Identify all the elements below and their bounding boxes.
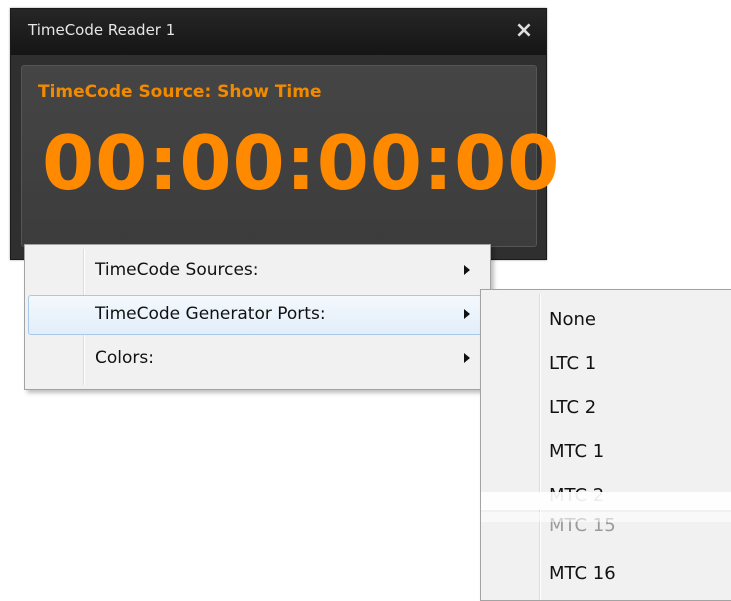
submenu-arrow-icon [464,353,470,363]
menu-item-label: TimeCode Generator Ports: [95,304,326,324]
submenu-item-label: MTC 16 [549,563,616,584]
submenu-item-label: MTC 1 [549,441,605,462]
menu-item-label: Colors: [95,348,154,368]
submenu-arrow-icon [464,309,470,319]
close-button[interactable]: × [512,18,536,44]
submenu-item-none[interactable]: None [481,298,731,338]
timecode-source-label: TimeCode Source: Show Time [38,82,322,102]
submenu-item-ltc-2[interactable]: LTC 2 [481,386,731,426]
close-icon: × [514,18,534,43]
submenu-item-label: None [549,309,596,330]
submenu-item-label: LTC 1 [549,353,597,374]
context-menu: TimeCode Sources: TimeCode Generator Por… [24,244,491,390]
submenu-item-mtc-1[interactable]: MTC 1 [481,430,731,470]
timecode-display-panel: TimeCode Source: Show Time 00:00:00:00 [21,65,559,247]
menu-item-timecode-sources[interactable]: TimeCode Sources: [28,251,486,291]
timecode-display: 00:00:00:00 [42,119,561,207]
submenu-item-ltc-1[interactable]: LTC 1 [481,342,731,382]
submenu-arrow-icon [464,265,470,275]
omission-fade-band [481,512,731,522]
menu-item-timecode-generator-ports[interactable]: TimeCode Generator Ports: [28,295,486,335]
submenu-item-mtc-15[interactable]: MTC 15 [481,504,731,544]
submenu-item-mtc-16[interactable]: MTC 16 [481,552,731,592]
title-bar[interactable]: TimeCode Reader 1 × [11,9,546,55]
menu-item-colors[interactable]: Colors: [28,339,486,379]
window-title: TimeCode Reader 1 [28,21,176,39]
timecode-reader-window: TimeCode Reader 1 × TimeCode Source: Sho… [10,8,559,260]
menu-item-label: TimeCode Sources: [95,260,259,280]
submenu-item-label: LTC 2 [549,397,597,418]
generator-ports-submenu: None LTC 1 LTC 2 MTC 1 MTC 2 MTC 15 MTC … [480,289,731,601]
